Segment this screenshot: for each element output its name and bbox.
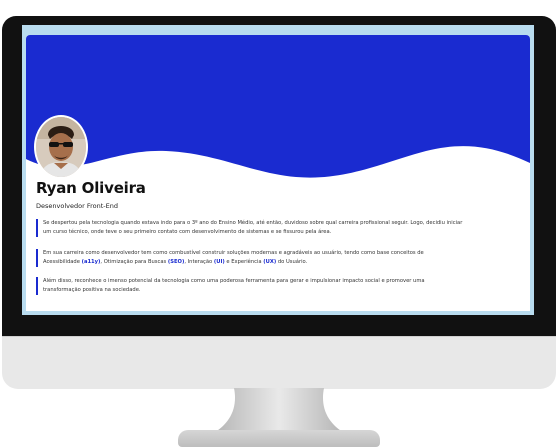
paragraph-line: Se despertou pela tecnologia quando esta… <box>43 220 463 226</box>
text-fragment: , Interação <box>184 259 214 265</box>
keyword-a11y: (a11y) <box>81 259 101 265</box>
monitor-stand-base <box>178 430 380 447</box>
paragraph-line: um curso técnico, onde teve o seu primei… <box>43 229 332 235</box>
profile-name: Ryan Oliveira <box>36 179 146 197</box>
profile-photo-icon <box>36 117 86 177</box>
paragraph-line: transformação positiva na sociedade. <box>43 287 141 293</box>
monitor-stand-neck <box>212 388 346 434</box>
avatar <box>34 115 88 179</box>
paragraph-line: Em sua carreira como desenvolvedor tem c… <box>43 250 424 256</box>
about-paragraph: Além disso, reconhece o imenso potencial… <box>36 277 513 295</box>
keyword-ui: (UI) <box>213 259 225 265</box>
keyword-seo: (SEO) <box>167 259 185 265</box>
text-fragment: , Otimização para Buscas <box>100 259 168 265</box>
text-fragment: do Usuário. <box>276 259 308 265</box>
about-paragraph: Em sua carreira como desenvolvedor tem c… <box>36 249 513 267</box>
monitor-screen: Ryan Oliveira Desenvolvedor Front-End Se… <box>22 25 534 315</box>
portfolio-page: Ryan Oliveira Desenvolvedor Front-End Se… <box>26 35 530 311</box>
keyword-ux: (UX) <box>263 259 277 265</box>
text-fragment: e Experiência <box>224 259 264 265</box>
profile-role: Desenvolvedor Front-End <box>36 202 118 210</box>
about-paragraph: Se despertou pela tecnologia quando esta… <box>36 219 513 237</box>
paragraph-line: Além disso, reconhece o imenso potencial… <box>43 278 425 284</box>
text-fragment: Acessibilidade <box>43 259 82 265</box>
monitor-chin <box>2 336 556 389</box>
paragraph-line: Acessibilidade (a11y), Otimização para B… <box>43 258 513 267</box>
